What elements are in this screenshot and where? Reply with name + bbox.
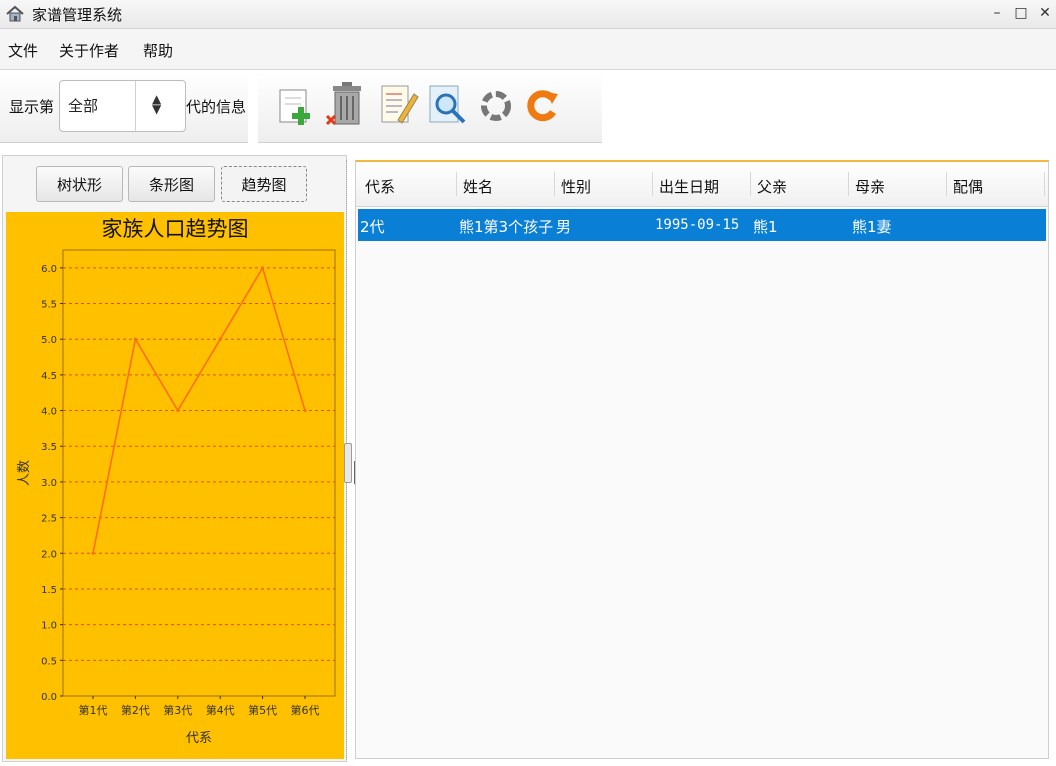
column-divider — [848, 172, 849, 196]
column-header-generation[interactable]: 代系 — [365, 176, 395, 197]
chart-panel: 树状形 条形图 趋势图 家族人口趋势图 0.0 0.5 1.0 1.5 2.0 2.5 3.0… — [2, 155, 347, 762]
y-tick-label: 4.0 — [41, 407, 57, 418]
member-table: 代系 姓名 性别 出生日期 父亲 母亲 配偶 2代 熊1第3个孩子 男 1995… — [355, 160, 1049, 759]
delete-button[interactable] — [325, 80, 369, 130]
delete-icon — [325, 82, 361, 126]
column-header-birthdate[interactable]: 出生日期 — [659, 176, 719, 197]
trend-chart-svg: 家族人口趋势图 0.0 0.5 1.0 1.5 2.0 2.5 3.0 3.5 4.0 4.5 5.0… — [17, 217, 336, 746]
column-divider — [652, 172, 653, 196]
y-tick-label: 4.5 — [41, 371, 57, 382]
search-button[interactable] — [426, 80, 470, 130]
y-tick-label: 5.0 — [41, 335, 57, 346]
column-header-gender[interactable]: 性别 — [561, 176, 591, 197]
menu-help[interactable]: 帮助 — [143, 40, 173, 61]
action-buttons-group — [258, 72, 602, 143]
table-row[interactable]: 2代 熊1第3个孩子 男 1995-09-15 熊1 熊1妻 — [358, 209, 1046, 241]
x-tick-label: 第5代 — [248, 703, 277, 717]
y-tick-label: 5.5 — [41, 300, 57, 311]
edit-icon — [381, 85, 419, 124]
column-divider — [1044, 172, 1045, 196]
data-point — [261, 266, 265, 270]
refresh-button[interactable] — [520, 80, 564, 130]
add-button[interactable] — [276, 80, 320, 130]
plot-frame — [62, 249, 336, 697]
y-tick-label: 6.0 — [41, 264, 57, 275]
menu-file[interactable]: 文件 — [8, 40, 38, 61]
menu-bar: 文件 关于作者 帮助 — [0, 29, 1056, 70]
reset-button[interactable] — [474, 80, 518, 130]
y-tick-label: 3.5 — [41, 442, 57, 453]
y-tick-label: 3.0 — [41, 478, 57, 489]
generation-select-value: 全部 — [68, 97, 99, 115]
x-tick-label: 第1代 — [79, 703, 108, 717]
column-divider — [554, 172, 555, 196]
cell-name: 熊1第3个孩子 — [459, 218, 554, 236]
x-tick-label: 第6代 — [291, 703, 320, 717]
toolbar: 显示第 全部 ▲ ▼ 代的信息 — [0, 70, 1056, 150]
tab-bar-chart[interactable]: 条形图 — [128, 166, 215, 202]
updown-arrow-icon[interactable]: ▲ ▼ — [152, 93, 161, 115]
y-tick-label: 2.0 — [41, 549, 57, 560]
cell-birthdate: 1995-09-15 — [655, 217, 740, 233]
y-axis-label: 人数 — [17, 460, 32, 486]
menu-about-author[interactable]: 关于作者 — [59, 40, 119, 61]
x-tick-label: 第4代 — [206, 703, 235, 717]
y-tick-label: 1.5 — [41, 585, 57, 596]
column-header-spouse[interactable]: 配偶 — [953, 176, 983, 197]
splitter-handle[interactable] — [344, 443, 352, 483]
house-app-icon — [6, 5, 24, 22]
trend-chart: 家族人口趋势图 0.0 0.5 1.0 1.5 2.0 2.5 3.0 3.5 4.0 4.5 5.0… — [6, 212, 344, 759]
title-bar: 家谱管理系统 – □ ✕ — [0, 0, 1056, 29]
x-tick-label: 第3代 — [163, 703, 192, 717]
data-point — [303, 409, 307, 413]
data-point — [133, 337, 137, 341]
data-point — [218, 337, 222, 341]
y-tick-label: 0.5 — [41, 656, 57, 667]
chart-title: 家族人口趋势图 — [102, 217, 249, 241]
x-tick-label: 第2代 — [121, 703, 150, 717]
column-divider — [946, 172, 947, 196]
window-title: 家谱管理系统 — [32, 6, 123, 24]
add-icon — [279, 89, 310, 125]
cell-gender: 男 — [556, 218, 572, 236]
edit-button[interactable] — [376, 80, 420, 130]
y-tick-label: 2.5 — [41, 514, 57, 525]
refresh-icon — [527, 90, 558, 122]
generation-select[interactable]: 全部 ▲ ▼ — [59, 80, 186, 132]
x-axis-label: 代系 — [186, 731, 212, 746]
generation-filter-group: 显示第 全部 ▲ ▼ 代的信息 — [0, 72, 248, 143]
data-point — [176, 409, 180, 413]
data-point — [91, 551, 95, 555]
close-button[interactable]: ✕ — [1034, 2, 1056, 24]
cell-father: 熊1 — [753, 218, 778, 236]
column-header-father[interactable]: 父亲 — [757, 176, 787, 197]
column-divider — [750, 172, 751, 196]
maximize-button[interactable]: □ — [1010, 2, 1032, 24]
column-header-name[interactable]: 姓名 — [463, 176, 493, 197]
y-tick-label: 1.0 — [41, 621, 57, 632]
filter-suffix-label: 代的信息 — [186, 98, 247, 116]
minimize-button[interactable]: – — [986, 2, 1008, 24]
column-divider — [456, 172, 457, 196]
tab-trend-chart[interactable]: 趋势图 — [221, 166, 307, 202]
reset-icon — [481, 91, 511, 121]
y-tick-label: 0.0 — [41, 692, 57, 703]
cell-generation: 2代 — [360, 218, 385, 236]
filter-prefix-label: 显示第 — [9, 98, 55, 116]
table-header: 代系 姓名 性别 出生日期 父亲 母亲 配偶 — [356, 162, 1048, 207]
select-divider — [135, 81, 136, 131]
search-icon — [429, 85, 466, 124]
cell-mother: 熊1妻 — [852, 218, 892, 236]
tab-tree[interactable]: 树状形 — [36, 166, 123, 202]
column-header-mother[interactable]: 母亲 — [855, 176, 885, 197]
